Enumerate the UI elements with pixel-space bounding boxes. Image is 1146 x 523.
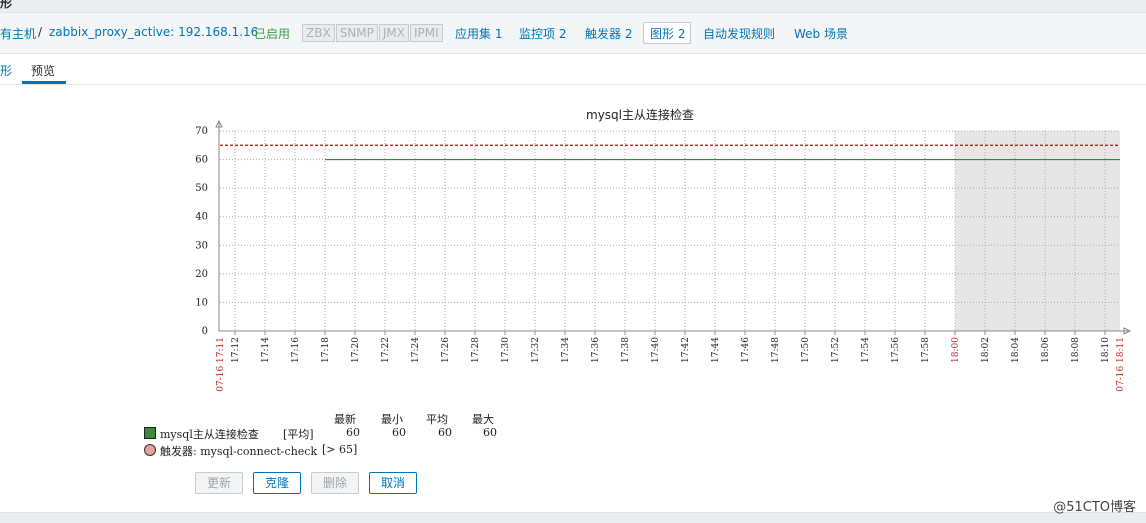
tag-snmp: SNMP [335,24,378,42]
x-tick-label: 17:22 [381,337,391,363]
x-tick-label: 17:58 [921,337,931,363]
tab-graph[interactable]: 形 [0,62,12,79]
legend-item-swatch [144,427,156,439]
x-tick-label: 18:02 [981,337,991,363]
legend-item-min: 60 [392,426,406,439]
watermark: @51CTO博客 [1053,500,1136,515]
trigger-legend-condition: [> 65] [322,443,358,456]
x-tick-label: 18:00 [951,337,961,363]
x-tick-label: 17:26 [441,337,451,363]
x-tick-label: 17:52 [831,337,841,363]
clone-button[interactable]: 克隆 [253,472,301,494]
shaded-region [955,131,1120,331]
x-tick-label: 18:06 [1041,337,1051,363]
legend-header-avg: 平均 [426,413,448,426]
x-range-start-label: 07-16 17:11 [216,337,226,392]
x-tick-label: 17:30 [501,337,511,363]
legend-item-avg: 60 [438,426,452,439]
nav-triggers[interactable]: 触发器 2 [585,25,632,42]
x-tick-label: 17:16 [291,337,301,363]
x-tick-label: 17:28 [471,337,481,363]
graph-legend: 最新 最小 平均 最大 mysql主从连接检查 [平均] 60 60 60 60… [0,405,1146,465]
nav-items[interactable]: 监控项 2 [519,25,566,42]
legend-item-func: [平均] [283,428,314,441]
x-tick-label: 17:40 [651,337,661,363]
y-tick-label: 0 [202,326,208,337]
x-tick-label: 18:08 [1071,337,1081,363]
legend-item-last: 60 [346,426,360,439]
x-tick-label: 18:04 [1011,337,1021,363]
legend-header-last: 最新 [334,413,356,426]
nav-graphs[interactable]: 图形 2 [650,25,685,42]
chart-title: mysql主从连接检查 [586,107,694,122]
nav-applications[interactable]: 应用集 1 [455,25,502,42]
nav-discovery-rules[interactable]: 自动发现规则 [703,25,775,42]
y-tick-label: 70 [195,126,208,137]
form-tabs: 形 预览 [0,54,1146,85]
bottom-strip [0,512,1146,523]
page-title: 形 [0,0,13,10]
x-tick-label: 17:36 [591,337,601,363]
x-range-end-label: 07-16 18:11 [1116,337,1126,392]
x-tick-label: 17:34 [561,337,571,363]
x-tick-label: 17:18 [321,337,331,363]
trigger-legend-icon [144,444,156,456]
trigger-legend-name: 触发器: mysql-connect-check [160,445,318,458]
delete-button[interactable]: 删除 [311,472,359,494]
x-tick-label: 17:44 [711,337,721,363]
x-tick-label: 18:10 [1101,337,1111,363]
legend-header-max: 最大 [472,413,494,426]
top-strip: 形 [0,0,1146,13]
y-tick-label: 60 [195,155,208,166]
y-tick-label: 20 [195,269,208,280]
legend-item-max: 60 [483,426,497,439]
y-tick-label: 30 [195,240,208,251]
tab-preview[interactable]: 预览 [31,62,55,79]
x-tick-label: 17:50 [801,337,811,363]
host-nav-bar: 有主机 / zabbix_proxy_active: 192.168.1.16 … [0,13,1146,54]
breadcrumb-separator: / [38,25,43,39]
update-button[interactable]: 更新 [195,472,243,494]
tag-jmx: JMX [378,24,409,42]
legend-header-min: 最小 [381,413,403,426]
x-tick-label: 17:24 [411,337,421,363]
x-tick-label: 17:32 [531,337,541,363]
x-tick-label: 17:42 [681,337,691,363]
breadcrumb-host[interactable]: zabbix_proxy_active: 192.168.1.16 [49,25,258,39]
availability-tags: ZBX SNMP JMX IPMI [302,24,443,42]
host-status-enabled[interactable]: 已启用 [254,25,290,42]
x-tick-label: 17:38 [621,337,631,363]
graph-svg: 0 10 20 30 40 50 60 70 17:12 17:14 17:16 17:18 17:20… [195,107,1132,392]
y-tick-label: 50 [195,183,208,194]
x-tick-label: 17:56 [891,337,901,363]
legend-item-name: mysql主从连接检查 [160,428,259,441]
cancel-button[interactable]: 取消 [369,472,417,494]
graph-preview: 0 10 20 30 40 50 60 70 17:12 17:14 17:16 17:18 17:20… [0,95,1146,405]
tag-ipmi: IPMI [410,24,443,42]
x-tick-label: 17:54 [861,337,871,363]
y-tick-label: 10 [195,297,208,308]
y-tick-label: 40 [195,212,208,223]
tab-active-indicator [22,81,66,84]
x-tick-label: 17:46 [741,337,751,363]
x-tick-label: 17:12 [231,337,241,363]
nav-web-scenarios[interactable]: Web 场景 [794,25,848,42]
breadcrumb-all-hosts[interactable]: 有主机 [0,25,36,42]
tag-zbx: ZBX [302,24,335,42]
x-tick-label: 17:48 [771,337,781,363]
x-tick-label: 17:20 [351,337,361,363]
x-tick-label: 17:14 [261,337,271,363]
